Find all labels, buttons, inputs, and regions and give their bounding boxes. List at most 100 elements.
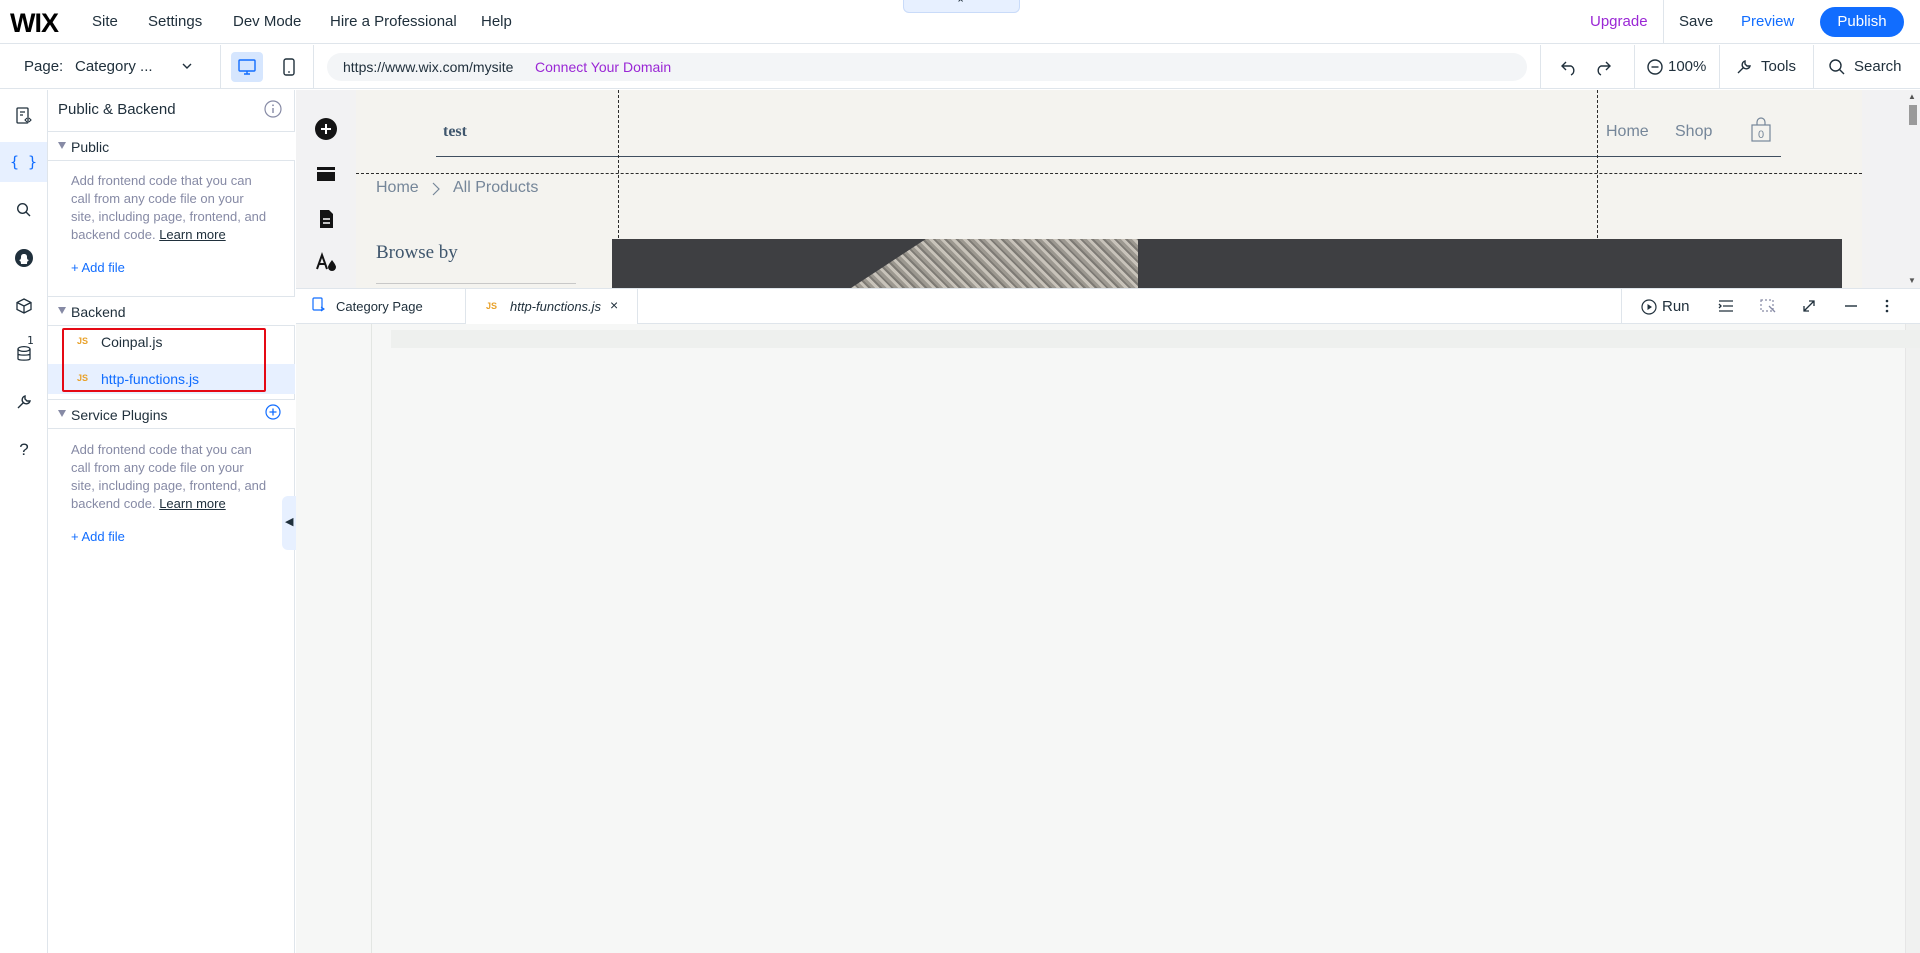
line-number-gutter bbox=[296, 324, 372, 953]
divider bbox=[1540, 45, 1541, 89]
database-icon[interactable] bbox=[10, 340, 38, 368]
add-elements-icon[interactable] bbox=[314, 117, 338, 141]
panel-title: Public & Backend bbox=[58, 101, 176, 118]
divider bbox=[1621, 289, 1622, 324]
menu-site[interactable]: Site bbox=[92, 13, 118, 30]
search-icon[interactable] bbox=[1828, 58, 1846, 76]
divider bbox=[1663, 0, 1664, 44]
browse-by-heading: Browse by bbox=[376, 242, 458, 263]
site-name[interactable]: test bbox=[443, 123, 467, 141]
left-rail: { } ? bbox=[0, 90, 48, 953]
format-code-icon[interactable] bbox=[1717, 298, 1735, 314]
chevron-down-icon[interactable] bbox=[180, 59, 194, 73]
expand-icon[interactable] bbox=[1801, 298, 1817, 314]
breadcrumb-home[interactable]: Home bbox=[376, 179, 419, 197]
tab-label: http-functions.js bbox=[510, 299, 602, 314]
scrollbar-thumb[interactable] bbox=[1909, 105, 1917, 125]
developer-tools-icon[interactable] bbox=[10, 388, 38, 416]
add-service-plugin-icon[interactable] bbox=[265, 404, 281, 420]
mobile-view-button[interactable] bbox=[277, 52, 301, 82]
zoom-level[interactable]: 100% bbox=[1668, 58, 1706, 75]
menu-hire-professional[interactable]: Hire a Professional bbox=[330, 13, 457, 30]
redo-icon[interactable] bbox=[1594, 58, 1612, 76]
packages-icon[interactable] bbox=[10, 292, 38, 320]
page-code-icon bbox=[312, 297, 326, 313]
site-url: https://www.wix.com/mysite bbox=[343, 59, 514, 75]
select-element-icon[interactable] bbox=[1759, 298, 1777, 314]
section-label: Public bbox=[71, 139, 110, 155]
current-line-highlight[interactable] bbox=[391, 330, 1920, 348]
section-label: Backend bbox=[71, 304, 126, 320]
wrench-icon[interactable] bbox=[1735, 58, 1753, 76]
save-button[interactable]: Save bbox=[1679, 13, 1713, 30]
service-plugins-section-header[interactable]: Service Plugins bbox=[48, 399, 295, 429]
tab-http-functions[interactable]: JS http-functions.js × bbox=[466, 289, 638, 324]
collapse-triangle-icon bbox=[58, 410, 66, 417]
line-number: 1 bbox=[27, 334, 34, 347]
play-icon[interactable] bbox=[1641, 299, 1657, 315]
canvas-scrollbar[interactable]: ▲ ▼ bbox=[1905, 90, 1920, 288]
menu-dev-mode[interactable]: Dev Mode bbox=[233, 13, 301, 30]
close-icon[interactable]: × bbox=[610, 297, 618, 313]
code-editor: Category Page JS http-functions.js × Run bbox=[296, 288, 1920, 953]
breadcrumb-all-products[interactable]: All Products bbox=[453, 179, 538, 197]
scroll-down-icon[interactable]: ▼ bbox=[1908, 276, 1916, 285]
undo-icon[interactable] bbox=[1560, 58, 1578, 76]
info-icon[interactable] bbox=[264, 100, 282, 118]
editor-scrollbar[interactable] bbox=[1905, 324, 1920, 953]
search-button[interactable]: Search bbox=[1854, 58, 1902, 75]
search-icon[interactable] bbox=[10, 196, 38, 224]
chevron-right-icon bbox=[430, 182, 442, 196]
run-button[interactable]: Run bbox=[1662, 298, 1690, 315]
more-options-icon[interactable] bbox=[1884, 298, 1890, 314]
learn-more-link[interactable]: Learn more bbox=[159, 227, 225, 242]
menu-help[interactable]: Help bbox=[481, 13, 512, 30]
site-canvas: test Home Shop 0 Home All Products Brows… bbox=[296, 90, 1920, 288]
wix-logo[interactable]: WIX bbox=[10, 8, 59, 39]
js-file-icon: JS bbox=[486, 301, 498, 311]
add-service-plugin-file-link[interactable]: + Add file bbox=[71, 529, 125, 544]
top-bar: WIX Site Settings Dev Mode Hire a Profes… bbox=[0, 0, 1920, 44]
collapse-panel-button[interactable]: ◀ bbox=[282, 496, 296, 550]
site-nav-shop[interactable]: Shop bbox=[1675, 123, 1712, 141]
add-tools-column bbox=[296, 90, 356, 288]
chevron-left-icon: ◀ bbox=[285, 516, 294, 528]
zoom-out-icon[interactable] bbox=[1646, 58, 1664, 76]
collapse-topbar-button[interactable]: ⌃ bbox=[903, 0, 1020, 13]
site-page-preview[interactable]: test Home Shop 0 Home All Products Brows… bbox=[356, 90, 1862, 288]
site-nav-home[interactable]: Home bbox=[1606, 123, 1649, 141]
page-selector[interactable]: Category ... bbox=[75, 58, 153, 75]
desktop-view-button[interactable] bbox=[231, 52, 263, 82]
theme-manager-icon[interactable] bbox=[314, 250, 338, 274]
tab-category-page[interactable]: Category Page bbox=[296, 289, 466, 324]
github-icon[interactable] bbox=[10, 244, 38, 272]
preview-button[interactable]: Preview bbox=[1741, 13, 1794, 30]
editor-tab-bar: Category Page JS http-functions.js × Run bbox=[296, 288, 1920, 324]
page-code-icon[interactable] bbox=[10, 102, 38, 130]
tools-button[interactable]: Tools bbox=[1761, 58, 1796, 75]
help-icon[interactable]: ? bbox=[10, 436, 38, 464]
public-help-text: Add frontend code that you can call from… bbox=[71, 172, 271, 244]
scroll-up-icon[interactable]: ▲ bbox=[1908, 92, 1916, 101]
add-public-file-link[interactable]: + Add file bbox=[71, 260, 125, 275]
pages-icon[interactable] bbox=[314, 207, 338, 231]
hero-banner[interactable] bbox=[612, 239, 1842, 288]
public-backend-icon[interactable]: { } bbox=[0, 142, 47, 182]
chevron-up-icon: ⌃ bbox=[956, 0, 966, 10]
service-plugins-help-text: Add frontend code that you can call from… bbox=[71, 441, 271, 513]
add-section-icon[interactable] bbox=[314, 162, 338, 186]
upgrade-link[interactable]: Upgrade bbox=[1590, 13, 1648, 30]
editor-toolbar: Page: Category ... https://www.wix.com/m… bbox=[0, 45, 1920, 89]
backend-section-header[interactable]: Backend bbox=[48, 296, 295, 326]
code-files-panel: Public & Backend Public Add frontend cod… bbox=[48, 90, 295, 953]
minimize-icon[interactable] bbox=[1843, 298, 1859, 314]
learn-more-link[interactable]: Learn more bbox=[159, 496, 225, 511]
menu-settings[interactable]: Settings bbox=[148, 13, 202, 30]
divider bbox=[1634, 45, 1635, 89]
page-label: Page: bbox=[24, 58, 64, 75]
publish-button[interactable]: Publish bbox=[1820, 7, 1904, 37]
collapse-triangle-icon bbox=[58, 142, 66, 149]
public-section-header[interactable]: Public bbox=[48, 131, 295, 161]
connect-domain-link[interactable]: Connect Your Domain bbox=[535, 59, 671, 75]
tab-label: Category Page bbox=[336, 299, 423, 314]
